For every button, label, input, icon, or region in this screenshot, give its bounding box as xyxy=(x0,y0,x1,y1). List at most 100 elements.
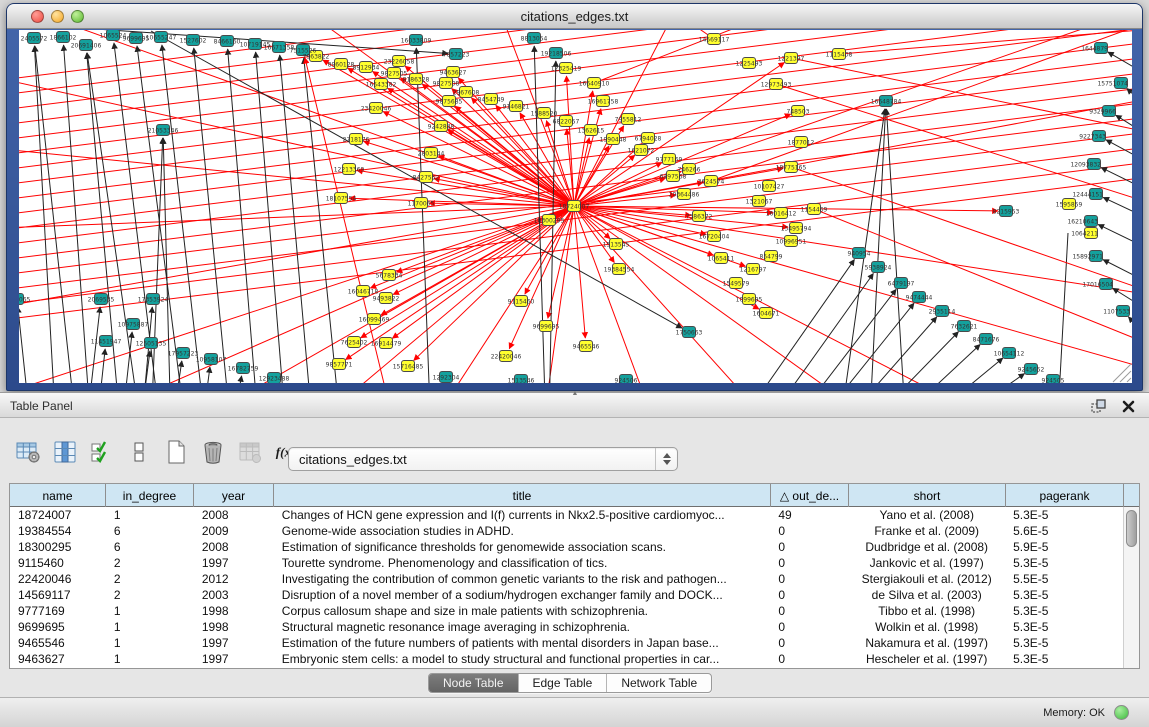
splitter-handle-icon[interactable]: ▲ xyxy=(570,392,580,396)
graph-edge[interactable] xyxy=(96,349,105,383)
table-cell[interactable]: Wolkin et al. (1998) xyxy=(848,619,1005,635)
table-cell[interactable]: de Silva et al. (2003) xyxy=(848,587,1005,603)
table-cell[interactable]: Tourette syndrome. Phenomenology and cla… xyxy=(274,555,771,571)
graph-edge[interactable] xyxy=(601,30,714,39)
graph-edge[interactable] xyxy=(137,46,186,383)
graph-edge[interactable] xyxy=(19,118,1132,259)
window-titlebar[interactable]: citations_edges.txt xyxy=(7,4,1142,29)
scrollbar-thumb[interactable] xyxy=(1126,510,1137,547)
graph-edge[interactable] xyxy=(357,170,574,206)
table-cell[interactable]: 5.3E-5 xyxy=(1005,507,1123,523)
graph-edge[interactable] xyxy=(1127,88,1132,109)
table-row[interactable]: 2242004622012Investigating the contribut… xyxy=(10,571,1123,587)
table-cell[interactable]: 2 xyxy=(106,555,194,571)
table-cell[interactable]: 18300295 xyxy=(10,539,106,555)
table-row[interactable]: 1872400712008Changes of HCN gene express… xyxy=(10,507,1123,523)
table-cell[interactable]: Disruption of a novel member of a sodium… xyxy=(274,587,771,603)
table-vertical-scrollbar[interactable] xyxy=(1123,507,1139,668)
column-header-short[interactable]: short xyxy=(849,484,1006,507)
cell-options-button[interactable] xyxy=(125,438,153,466)
graph-edge[interactable] xyxy=(304,58,341,383)
network-canvas[interactable]: 1872400779638228960128891293423226058982… xyxy=(19,30,1132,383)
table-cell[interactable]: 9699695 xyxy=(10,619,106,635)
graph-edge[interactable] xyxy=(1108,52,1132,76)
table-cell[interactable]: 9777169 xyxy=(10,603,106,619)
table-cell[interactable]: 2012 xyxy=(194,571,274,587)
table-row[interactable]: 946362711997Embryonic stem cells: a mode… xyxy=(10,651,1123,667)
table-cell[interactable]: 1 xyxy=(106,603,194,619)
table-cell[interactable]: 19384554 xyxy=(10,523,106,539)
table-cell[interactable]: 2003 xyxy=(194,587,274,603)
table-cell[interactable]: 0 xyxy=(770,555,848,571)
table-cell[interactable]: 0 xyxy=(770,539,848,555)
table-cell[interactable]: Stergiakouli et al. (2012) xyxy=(848,571,1005,587)
table-cell[interactable]: Hescheler et al. (1997) xyxy=(848,651,1005,667)
graph-edge[interactable] xyxy=(839,109,885,383)
table-cell[interactable]: Tibbo et al. (1998) xyxy=(848,603,1005,619)
table-cell[interactable]: 1997 xyxy=(194,651,274,667)
close-panel-icon[interactable] xyxy=(1119,397,1137,415)
table-cell[interactable]: 1 xyxy=(106,635,194,651)
table-cell[interactable]: 2009 xyxy=(194,523,274,539)
table-row[interactable]: 946554611997Estimation of the future num… xyxy=(10,635,1123,651)
table-cell[interactable]: 1997 xyxy=(194,635,274,651)
table-cell[interactable]: 9465546 xyxy=(10,635,106,651)
table-cell[interactable]: 9463627 xyxy=(10,651,106,667)
table-cell[interactable]: 2008 xyxy=(194,539,274,555)
table-cell[interactable]: 0 xyxy=(770,619,848,635)
table-cell[interactable]: Jankovic et al. (1997) xyxy=(848,555,1005,571)
table-cell[interactable]: 5.5E-5 xyxy=(1005,571,1123,587)
tab-node-table[interactable]: Node Table xyxy=(429,674,519,692)
show-column-button[interactable] xyxy=(51,438,79,466)
table-cell[interactable]: 0 xyxy=(770,571,848,587)
graph-edge[interactable] xyxy=(574,206,585,338)
minimize-window-button[interactable] xyxy=(51,10,64,23)
select-rows-button[interactable] xyxy=(88,438,116,466)
graph-edge[interactable] xyxy=(19,58,1132,199)
table-cell[interactable]: Changes of HCN gene expression and I(f) … xyxy=(274,507,771,523)
table-cell[interactable]: 2 xyxy=(106,587,194,603)
column-header-year[interactable]: year xyxy=(194,484,274,507)
new-table-button[interactable] xyxy=(162,438,190,466)
table-row[interactable]: 977716911998Corpus callosum shape and si… xyxy=(10,603,1123,619)
delete-table-button[interactable] xyxy=(199,438,227,466)
resize-grip-icon[interactable] xyxy=(1127,378,1131,382)
table-cell[interactable]: Structural magnetic resonance image aver… xyxy=(274,619,771,635)
table-cell[interactable]: 49 xyxy=(770,507,848,523)
import-table-button[interactable] xyxy=(236,438,264,466)
table-cell[interactable]: 14569117 xyxy=(10,587,106,603)
table-row[interactable]: 911546021997Tourette syndrome. Phenomeno… xyxy=(10,555,1123,571)
table-cell[interactable]: 5.3E-5 xyxy=(1005,635,1123,651)
graph-edge[interactable] xyxy=(761,274,873,383)
table-cell[interactable]: 2008 xyxy=(194,507,274,523)
table-cell[interactable]: Embryonic stem cells: a model to study s… xyxy=(274,651,771,667)
tab-network-table[interactable]: Network Table xyxy=(607,674,711,692)
tab-edge-table[interactable]: Edge Table xyxy=(519,674,608,692)
graph-edge[interactable] xyxy=(711,30,1132,181)
table-cell[interactable]: Genome-wide association studies in ADHD. xyxy=(274,523,771,539)
graph-edge[interactable] xyxy=(19,30,1132,154)
graph-edge[interactable] xyxy=(19,43,1132,184)
graph-edge[interactable] xyxy=(574,206,1132,381)
table-cell[interactable]: 1 xyxy=(106,651,194,667)
table-cell[interactable]: 1 xyxy=(106,619,194,635)
table-row[interactable]: 969969511998Structural magnetic resonanc… xyxy=(10,619,1123,635)
table-cell[interactable]: 1997 xyxy=(194,555,274,571)
table-cell[interactable]: 1998 xyxy=(194,603,274,619)
table-cell[interactable]: 9115460 xyxy=(10,555,106,571)
table-cell[interactable]: 0 xyxy=(770,587,848,603)
zoom-window-button[interactable] xyxy=(71,10,84,23)
graph-edge[interactable] xyxy=(809,303,914,383)
table-cell[interactable]: 0 xyxy=(770,651,848,667)
table-cell[interactable]: Estimation of the future numbers of pati… xyxy=(274,635,771,651)
table-cell[interactable]: 5.3E-5 xyxy=(1005,619,1123,635)
column-header-title[interactable]: title xyxy=(274,484,771,507)
column-header-name[interactable]: name xyxy=(10,484,106,507)
table-cell[interactable]: Franke et al. (2009) xyxy=(848,523,1005,539)
table-cell[interactable]: 22420046 xyxy=(10,571,106,587)
table-cell[interactable]: Nakamura et al. (1997) xyxy=(848,635,1005,651)
graph-edge[interactable] xyxy=(574,206,901,383)
graph-edge[interactable] xyxy=(1103,197,1132,219)
column-header-out_de[interactable]: △ out_de... xyxy=(771,484,849,507)
table-cell[interactable]: 1 xyxy=(106,507,194,523)
